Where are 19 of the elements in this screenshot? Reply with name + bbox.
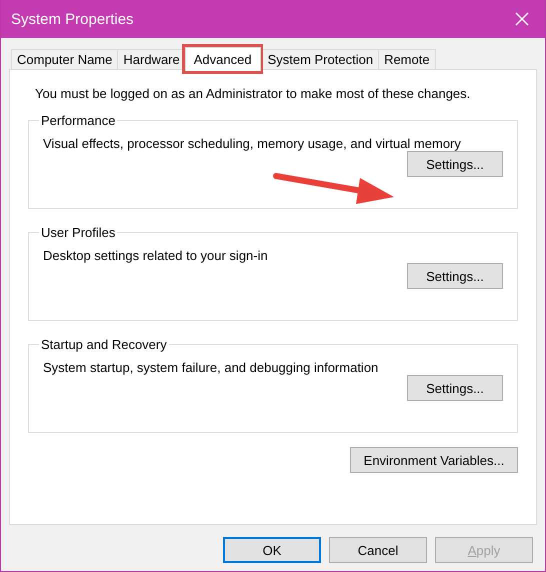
tab[interactable]: Computer Name <box>11 49 118 70</box>
group-description: Desktop settings related to your sign-in <box>43 248 269 263</box>
settings-button[interactable]: Settings... <box>407 375 503 401</box>
close-icon <box>515 12 529 26</box>
settings-button[interactable]: Settings... <box>407 151 503 177</box>
dialog-button[interactable]: OK <box>223 537 321 563</box>
group-title: User Profiles <box>40 225 116 240</box>
group-title: Startup and Recovery <box>40 337 168 352</box>
window-title: System Properties <box>11 10 134 28</box>
environment-variables-button[interactable]: Environment Variables... <box>350 447 518 473</box>
tab[interactable]: System Protection <box>262 49 380 70</box>
notice-text: You must be logged on as an Administrator to make most of these changes. <box>35 86 472 101</box>
dialog-button[interactable]: Cancel <box>329 537 427 563</box>
tab[interactable]: Remote <box>378 49 436 70</box>
tab[interactable]: Advanced <box>184 47 261 71</box>
group-description: System startup, system failure, and debugging information <box>43 360 380 375</box>
group-title: Performance <box>40 113 116 128</box>
settings-button[interactable]: Settings... <box>407 263 503 289</box>
group-description: Visual effects, processor scheduling, memory usage, and virtual memory <box>43 136 462 151</box>
